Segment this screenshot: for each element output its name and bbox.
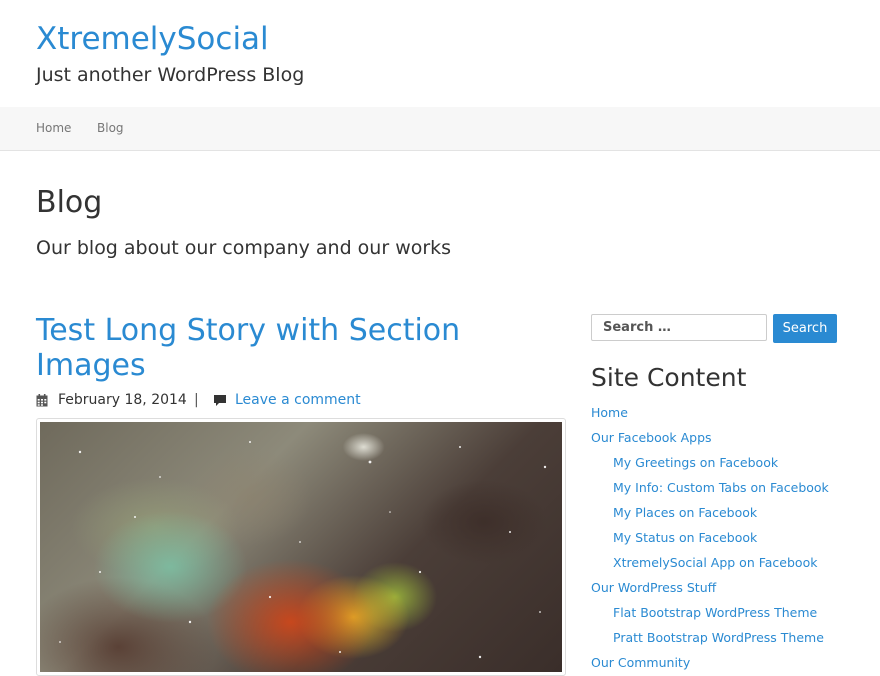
search-button[interactable]: Search [773,314,837,343]
sidebar-link-facebook-apps[interactable]: Our Facebook Apps [591,430,712,445]
sidebar-link-our-community[interactable]: Our Community [591,655,690,670]
sidebar-link-my-status[interactable]: My Status on Facebook [613,530,757,545]
list-item: My Places on Facebook [591,500,829,525]
nav-item-blog[interactable]: Blog [97,120,124,137]
nebula-image [40,422,562,672]
page-title: Blog [36,185,103,220]
sidebar-link-pratt-bootstrap[interactable]: Pratt Bootstrap WordPress Theme [613,630,824,645]
post-title[interactable]: Test Long Story with Section Images [36,313,566,383]
list-item: My Status on Facebook [591,525,829,550]
sidebar-link-xtremelysocial-app[interactable]: XtremelySocial App on Facebook [613,555,817,570]
list-item: Home [591,400,829,425]
list-item: My Greetings on Facebook [591,450,829,475]
list-item: Our WordPress Stuff [591,575,829,600]
post-featured-image [36,418,566,676]
post-date: February 18, 2014 [58,392,187,408]
site-description: Just another WordPress Blog [36,64,305,86]
sidebar-link-flat-bootstrap[interactable]: Flat Bootstrap WordPress Theme [613,605,817,620]
sidebar-link-home[interactable]: Home [591,405,628,420]
post-title-link[interactable]: Test Long Story with Section Images [36,313,460,383]
site-title[interactable]: XtremelySocial [36,20,269,58]
comment-icon [213,393,227,413]
page-subtitle: Our blog about our company and our works [36,237,452,259]
sidebar-link-my-places[interactable]: My Places on Facebook [613,505,757,520]
sidebar-link-wordpress-stuff[interactable]: Our WordPress Stuff [591,580,716,595]
list-item: Flat Bootstrap WordPress Theme [591,600,829,625]
site-content-widget-title: Site Content [591,363,747,392]
list-item: Pratt Bootstrap WordPress Theme [591,625,829,650]
meta-separator: | [194,392,199,408]
sidebar-link-my-info[interactable]: My Info: Custom Tabs on Facebook [613,480,829,495]
list-item: XtremelySocial App on Facebook [591,550,829,575]
nav-item-home[interactable]: Home [36,120,71,137]
search-input[interactable] [591,314,767,341]
list-item: My Info: Custom Tabs on Facebook [591,475,829,500]
calendar-icon [36,393,48,413]
site-content-list: Home Our Facebook Apps My Greetings on F… [591,400,829,675]
list-item: Our Facebook Apps [591,425,829,450]
main-navbar: Home Blog [0,107,880,151]
list-item: Our Community [591,650,829,675]
sidebar-link-my-greetings[interactable]: My Greetings on Facebook [613,455,778,470]
leave-comment-link[interactable]: Leave a comment [235,390,361,410]
site-title-link[interactable]: XtremelySocial [36,21,269,57]
